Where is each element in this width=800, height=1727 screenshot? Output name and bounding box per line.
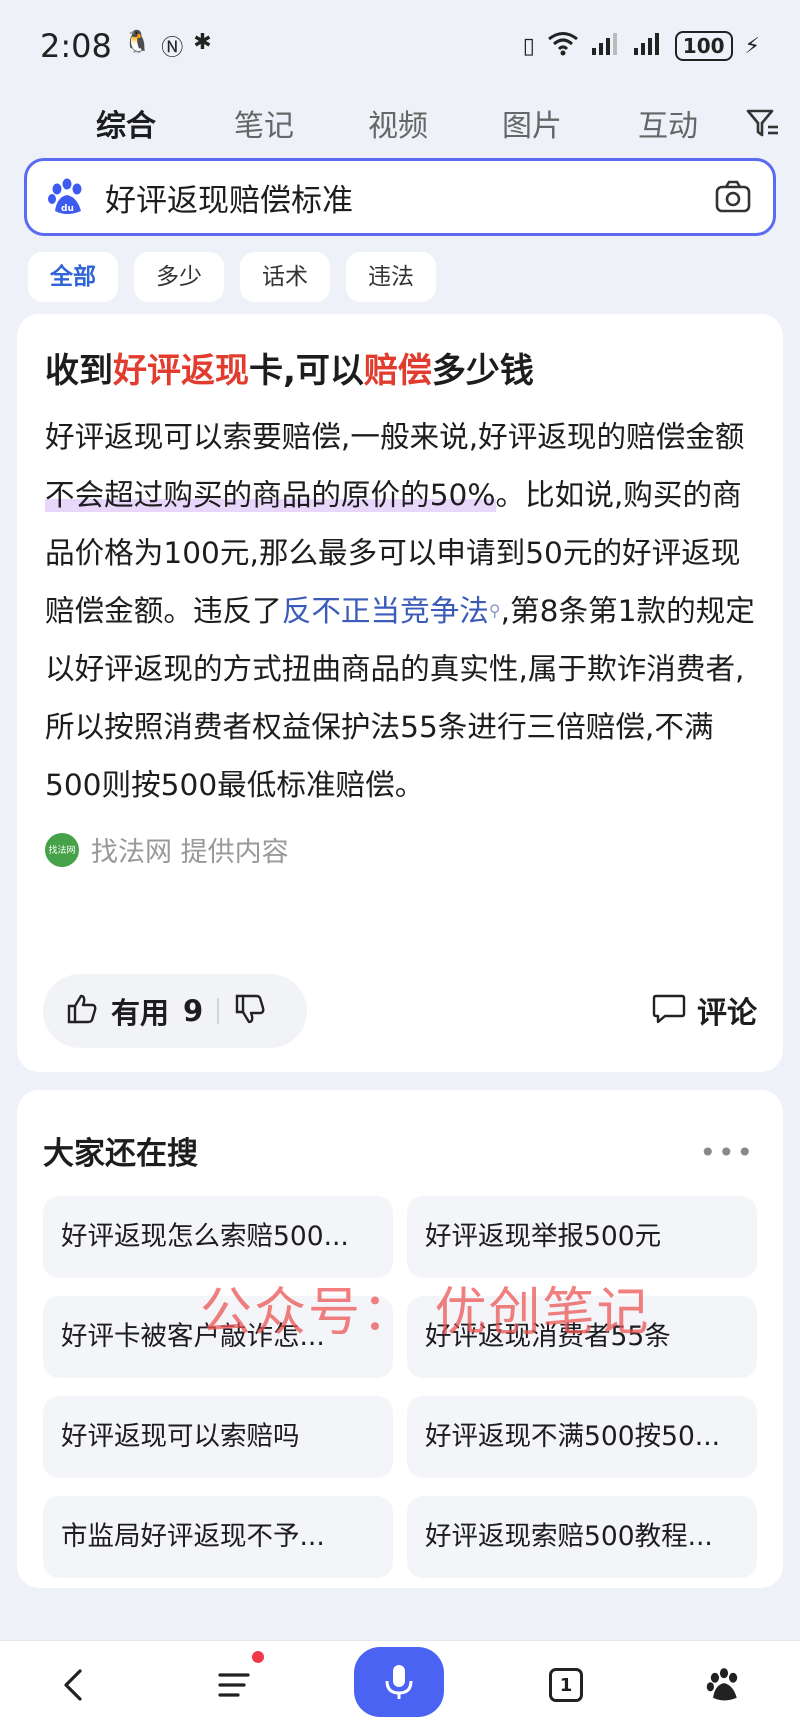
tab-images[interactable]: 图片	[502, 101, 562, 145]
answer-card: 收到好评返现卡,可以赔偿多少钱 好评返现可以索要赔偿,一般来说,好评返现的赔偿金…	[17, 314, 783, 1072]
more-icon[interactable]: •••	[699, 1136, 755, 1169]
notification-icons: 🐧 Ⓝ ✱	[124, 30, 212, 62]
tab-video[interactable]: 视频	[368, 101, 428, 145]
related-grid: 好评返现怎么索赔500... 好评返现举报500元 好评卡被客户敲诈怎... 好…	[43, 1196, 757, 1578]
bottom-nav: 1	[0, 1640, 800, 1727]
answer-title[interactable]: 收到好评返现卡,可以赔偿多少钱	[45, 348, 755, 394]
back-icon[interactable]	[46, 1657, 102, 1713]
related-item[interactable]: 好评返现索赔500教程...	[407, 1496, 757, 1578]
search-box[interactable]: du 好评返现赔偿标准	[24, 158, 776, 236]
notification-dot	[252, 1651, 264, 1663]
voice-search-button[interactable]	[354, 1647, 444, 1717]
svg-text:du: du	[61, 204, 74, 214]
battery-indicator: 100	[674, 31, 733, 61]
vibrate-icon: ▯	[522, 33, 535, 59]
answer-actions: 有用 9 评论	[43, 974, 757, 1048]
tab-count: 1	[549, 1668, 583, 1702]
signal-icon-1	[591, 31, 621, 61]
related-item[interactable]: 好评返现怎么索赔500...	[43, 1196, 393, 1278]
tab-notes[interactable]: 笔记	[234, 101, 294, 145]
filter-icon[interactable]	[742, 103, 782, 143]
tab-comprehensive[interactable]: 综合	[96, 101, 156, 145]
status-bar: 2:08 🐧 Ⓝ ✱ ▯ 100 ⚡	[0, 0, 800, 92]
useful-count: 9	[183, 994, 204, 1028]
filter-chips: 全部 多少 话术 违法	[28, 252, 436, 302]
source-logo: 找法网	[45, 832, 79, 867]
baidu-home-icon[interactable]	[696, 1657, 752, 1713]
menu-icon[interactable]	[206, 1657, 262, 1713]
small-search-icon[interactable]: ⚲	[489, 601, 501, 620]
law-link[interactable]: 反不正当竞争法	[282, 594, 489, 628]
related-searches-card: 大家还在搜 ••• 好评返现怎么索赔500... 好评返现举报500元 好评卡被…	[17, 1090, 783, 1588]
signal-icon-2	[633, 31, 663, 61]
vote-pill: 有用 9	[43, 974, 307, 1048]
useful-label[interactable]: 有用	[111, 990, 169, 1032]
nfc-icon: Ⓝ	[161, 36, 184, 61]
comment-icon	[651, 990, 687, 1030]
answer-body: 好评返现可以索要赔偿,一般来说,好评返现的赔偿金额不会超过购买的商品的原价的50…	[45, 420, 755, 802]
related-item[interactable]: 好评返现不满500按50...	[407, 1396, 757, 1478]
related-item[interactable]: 好评卡被客户敲诈怎...	[43, 1296, 393, 1378]
tab-interaction[interactable]: 互动	[638, 101, 698, 145]
wifi-icon	[547, 30, 579, 62]
search-query[interactable]: 好评返现赔偿标准	[105, 175, 711, 220]
related-title: 大家还在搜	[43, 1136, 198, 1172]
bluetooth-icon: ✱	[193, 30, 212, 55]
qq-icon: 🐧	[123, 30, 152, 55]
charging-icon: ⚡	[744, 33, 760, 59]
source-attribution[interactable]: 找法网 找法网 提供内容	[45, 830, 755, 869]
baidu-paw-icon: du	[45, 175, 89, 219]
microphone-icon	[385, 1665, 413, 1699]
comment-label: 评论	[697, 996, 757, 1031]
status-time: 2:08	[40, 27, 112, 65]
related-item[interactable]: 市监局好评返现不予...	[43, 1496, 393, 1578]
thumbs-down-icon[interactable]	[233, 992, 267, 1030]
source-text: 找法网 提供内容	[91, 837, 289, 868]
answer-highlight: 不会超过购买的商品的原价的50%	[45, 478, 496, 512]
related-item[interactable]: 好评返现可以索赔吗	[43, 1396, 393, 1478]
related-item[interactable]: 好评返现消费者55条	[407, 1296, 757, 1378]
camera-icon[interactable]	[711, 175, 755, 219]
tabs-button[interactable]: 1	[538, 1657, 594, 1713]
chip-how-much[interactable]: 多少	[134, 252, 224, 302]
vote-divider	[217, 998, 220, 1024]
chip-all[interactable]: 全部	[28, 252, 118, 302]
comment-button[interactable]: 评论	[651, 988, 757, 1032]
related-item[interactable]: 好评返现举报500元	[407, 1196, 757, 1278]
thumbs-up-icon[interactable]	[65, 992, 99, 1030]
chip-script[interactable]: 话术	[240, 252, 330, 302]
search-type-tabs: 综合 笔记 视频 图片 互动	[0, 95, 800, 155]
chip-illegal[interactable]: 违法	[346, 252, 436, 302]
